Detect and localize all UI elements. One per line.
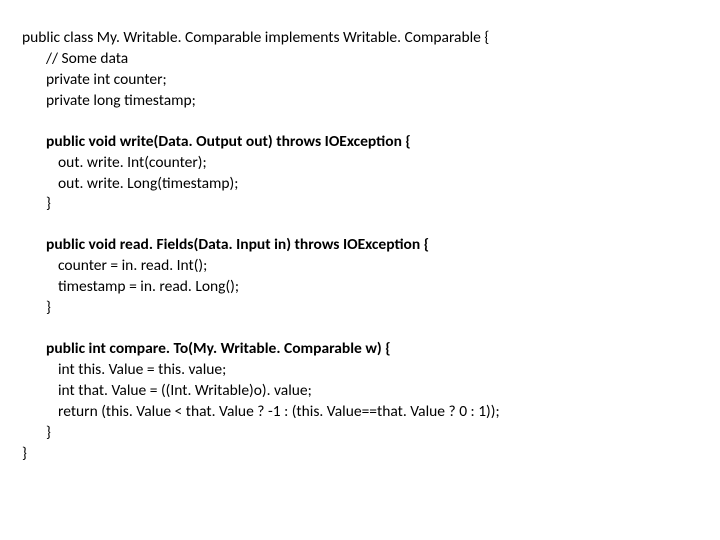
blank-line [22,215,700,235]
blank-line [22,112,700,132]
code-line: public int compare. To(My. Writable. Com… [22,339,700,360]
code-line: private long timestamp; [22,91,700,112]
code-line: public void write(Data. Output out) thro… [22,132,700,153]
code-line: out. write. Long(timestamp); [22,174,700,195]
blank-line [22,319,700,339]
code-line: } [22,444,700,465]
code-line: counter = in. read. Int(); [22,256,700,277]
code-line: timestamp = in. read. Long(); [22,277,700,298]
code-line: int this. Value = this. value; [22,360,700,381]
code-line: } [22,298,700,319]
code-line: } [22,194,700,215]
code-line: public class My. Writable. Comparable im… [22,28,700,49]
code-line: } [22,423,700,444]
code-line: private int counter; [22,70,700,91]
code-line: // Some data [22,49,700,70]
code-line: int that. Value = ((Int. Writable)o). va… [22,381,700,402]
code-line: out. write. Int(counter); [22,153,700,174]
code-slide: public class My. Writable. Comparable im… [0,0,720,485]
code-line: return (this. Value < that. Value ? -1 :… [22,402,700,423]
code-line: public void read. Fields(Data. Input in)… [22,235,700,256]
